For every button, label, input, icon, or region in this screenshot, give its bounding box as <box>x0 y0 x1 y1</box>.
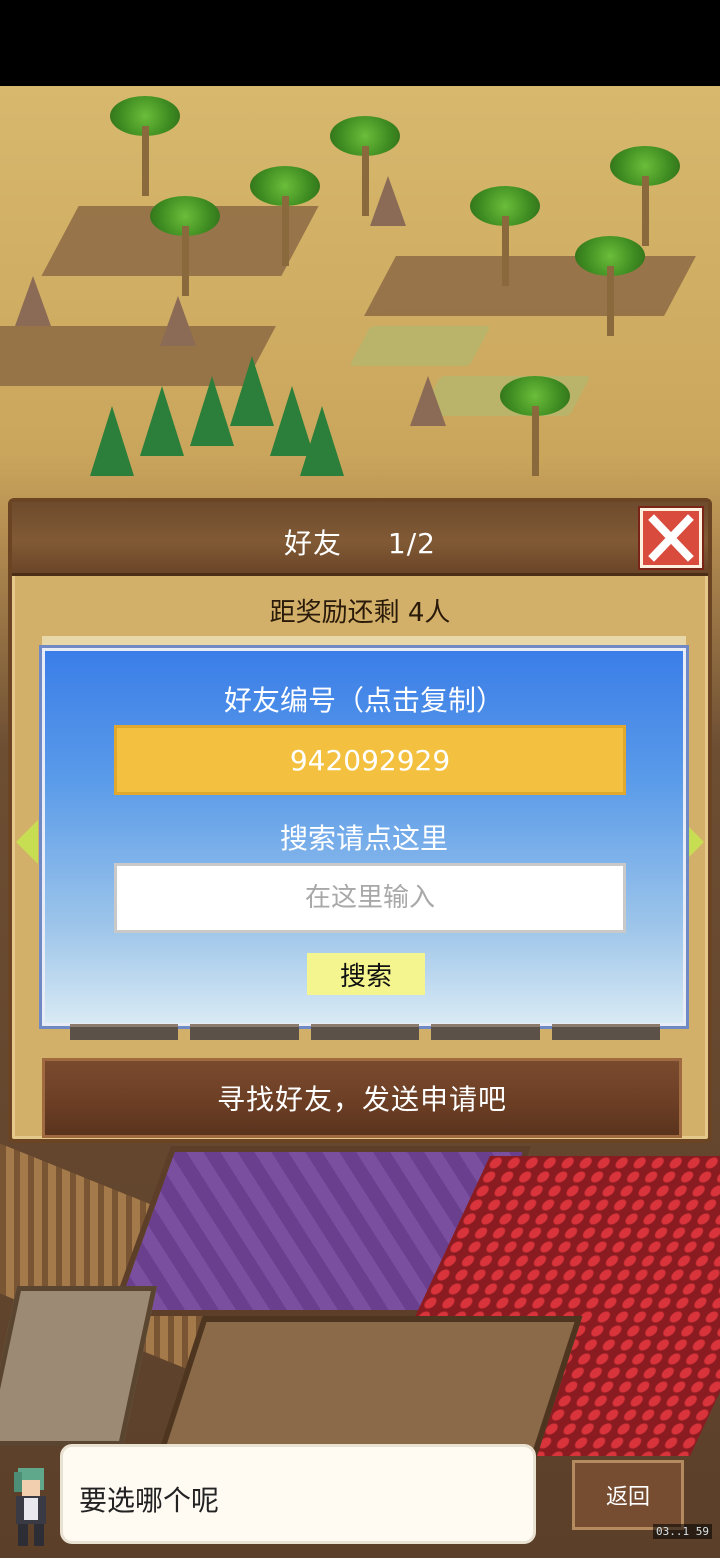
palm-tree <box>250 166 320 266</box>
pine-tree <box>190 376 234 446</box>
palm-tree <box>610 146 680 246</box>
pine-tree <box>230 356 274 426</box>
search-button[interactable]: 搜索 <box>307 953 425 995</box>
reward-progress-text: 距奖励还剩 4人 <box>269 598 451 628</box>
find-friends-button[interactable]: 寻找好友，发送申请吧 <box>42 1058 682 1138</box>
palm-tree <box>110 96 180 196</box>
palm-tree <box>330 116 400 216</box>
speech-bubble: 要选哪个呢 <box>60 1444 536 1544</box>
friend-id-label: 好友编号（点击复制） <box>223 684 504 717</box>
pine-tree <box>140 386 184 456</box>
tab-slot <box>70 1024 179 1040</box>
palm-tree <box>470 186 540 286</box>
sand-path <box>364 256 696 316</box>
hud-tag: 03..1 59 <box>653 1524 712 1539</box>
palm-tree <box>150 196 220 296</box>
grass-patch <box>349 326 491 366</box>
search-label: 搜索请点这里 <box>279 822 448 855</box>
rock <box>160 296 196 346</box>
friends-dialog: 好友 1/2 距奖励还剩 4人 好友编号（点击复制） 942092929 搜索请… <box>8 498 712 1143</box>
speech-text: 要选哪个呢 <box>79 1484 220 1517</box>
bottom-tab-strip <box>70 1024 661 1040</box>
pine-tree <box>90 406 134 476</box>
dialog-title-text: 好友 <box>284 527 343 560</box>
friend-id-value: 942092929 <box>289 743 451 777</box>
palm-tree <box>500 376 570 476</box>
status-bar <box>0 0 720 86</box>
tab-slot <box>190 1024 299 1040</box>
tab-slot <box>431 1024 540 1040</box>
character-avatar-icon <box>14 1468 46 1546</box>
stone-building <box>0 1286 158 1446</box>
prev-page-arrow-icon[interactable] <box>16 820 38 864</box>
back-button[interactable]: 返回 <box>572 1460 684 1530</box>
rock <box>370 176 406 226</box>
tab-slot <box>310 1024 420 1040</box>
close-icon <box>648 514 694 562</box>
dialog-title: 好友 1/2 <box>12 522 708 562</box>
dialog-header: 好友 1/2 <box>12 502 708 576</box>
rock <box>410 376 446 426</box>
tab-slot <box>551 1024 661 1040</box>
friend-id-panel: 好友编号（点击复制） 942092929 搜索请点这里 搜索 <box>42 648 686 1026</box>
page-indicator: 1/2 <box>387 527 436 560</box>
search-input[interactable] <box>114 863 626 933</box>
palm-tree <box>575 236 645 336</box>
friend-id-copy-box[interactable]: 942092929 <box>114 725 626 795</box>
close-button[interactable] <box>640 508 702 568</box>
pine-tree <box>300 406 344 476</box>
speech-area: 要选哪个呢 返回 03..1 59 <box>0 1440 720 1558</box>
tab-strip <box>42 636 686 648</box>
rock <box>15 276 51 326</box>
